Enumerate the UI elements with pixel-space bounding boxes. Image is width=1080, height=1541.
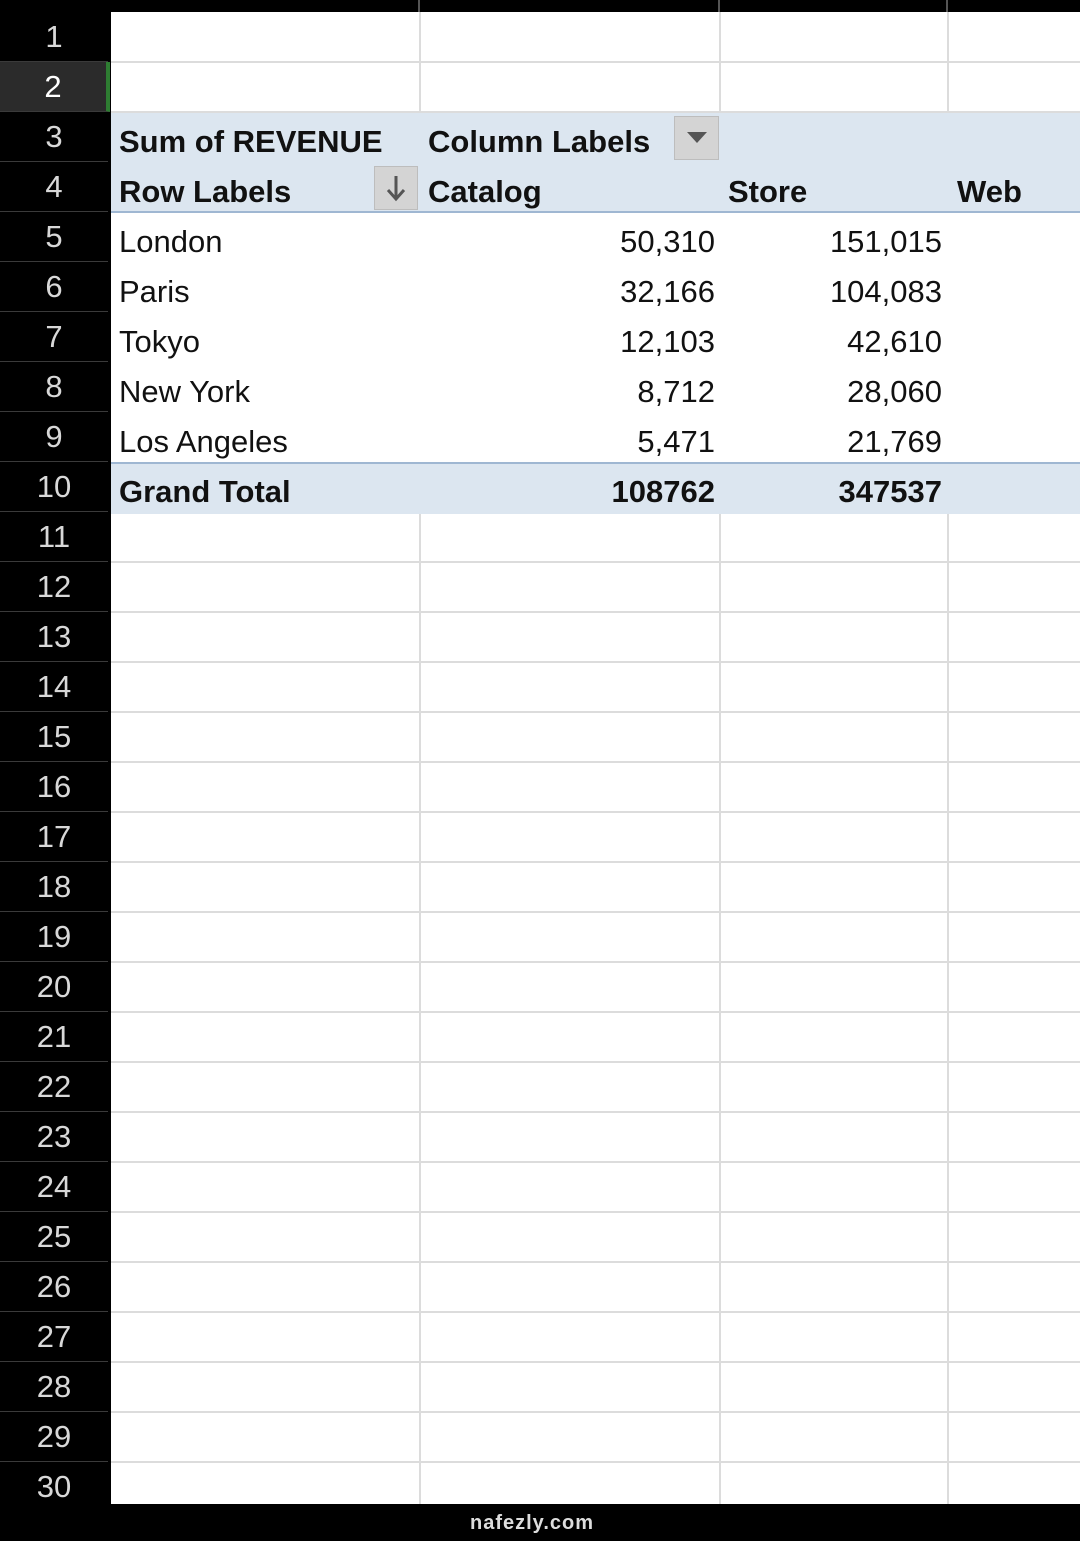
row-header[interactable]: 20 <box>0 962 108 1012</box>
pivot-column-web[interactable]: Web <box>957 167 1022 217</box>
pivot-cell-store[interactable]: 151,015 <box>731 217 942 267</box>
column-gridline <box>947 12 949 113</box>
column-separator <box>946 0 948 12</box>
watermark: nafezly.com <box>470 1512 594 1534</box>
column-filter-dropdown-button[interactable] <box>674 116 719 160</box>
row-header[interactable]: 21 <box>0 1012 108 1062</box>
pivot-row-label[interactable]: New York <box>119 367 250 417</box>
row-header[interactable]: 28 <box>0 1362 108 1412</box>
row-header[interactable]: 1 <box>0 12 108 62</box>
column-separator <box>418 0 420 12</box>
pivot-column-store[interactable]: Store <box>728 167 807 217</box>
pivot-cell-store[interactable]: 21,769 <box>731 417 942 467</box>
grand-total-store[interactable]: 347537 <box>731 467 942 517</box>
pivot-row-label[interactable]: Los Angeles <box>119 417 288 467</box>
column-gridline <box>719 12 721 113</box>
row-header[interactable]: 2 <box>0 62 110 112</box>
row-header[interactable]: 7 <box>0 312 108 362</box>
row-gridline <box>111 711 1080 713</box>
row-header[interactable]: 26 <box>0 1262 108 1312</box>
row-sort-filter-button[interactable] <box>374 166 418 210</box>
column-header-strip <box>111 0 1080 12</box>
pivot-cell-store[interactable]: 28,060 <box>731 367 942 417</box>
row-gridline <box>111 1361 1080 1363</box>
column-gridline <box>719 514 721 1504</box>
row-gridline <box>111 811 1080 813</box>
sort-descending-arrow-icon <box>386 176 406 202</box>
row-header[interactable]: 6 <box>0 262 108 312</box>
row-gridline <box>111 1011 1080 1013</box>
row-header[interactable]: 11 <box>0 512 108 562</box>
worksheet-grid[interactable]: Sum of REVENUE Column Labels Row Labels … <box>111 12 1080 1513</box>
row-header[interactable]: 10 <box>0 462 108 512</box>
row-header[interactable]: 16 <box>0 762 108 812</box>
row-header[interactable]: 29 <box>0 1412 108 1462</box>
column-separator <box>718 0 720 12</box>
pivot-cell-store[interactable]: 42,610 <box>731 317 942 367</box>
pivot-cell-catalog[interactable]: 8,712 <box>431 367 715 417</box>
row-gridline <box>111 961 1080 963</box>
row-gridline <box>111 661 1080 663</box>
row-header[interactable]: 8 <box>0 362 108 412</box>
pivot-column-catalog[interactable]: Catalog <box>428 167 542 217</box>
row-header[interactable]: 24 <box>0 1162 108 1212</box>
pivot-cell-store[interactable]: 104,083 <box>731 267 942 317</box>
row-header[interactable]: 23 <box>0 1112 108 1162</box>
row-header[interactable]: 4 <box>0 162 108 212</box>
row-header[interactable]: 14 <box>0 662 108 712</box>
row-gridline <box>111 1111 1080 1113</box>
row-gridline <box>111 61 1080 63</box>
row-gridline <box>111 111 1080 113</box>
pivot-value-label[interactable]: Sum of REVENUE <box>119 117 383 167</box>
row-header[interactable]: 13 <box>0 612 108 662</box>
row-gridline <box>111 1061 1080 1063</box>
pivot-row-label[interactable]: Tokyo <box>119 317 200 367</box>
row-gridline <box>111 761 1080 763</box>
row-gridline <box>111 1461 1080 1463</box>
pivot-row-labels[interactable]: Row Labels <box>119 167 291 217</box>
grand-total-label[interactable]: Grand Total <box>119 467 291 517</box>
row-header[interactable]: 25 <box>0 1212 108 1262</box>
row-gridline <box>111 1261 1080 1263</box>
row-header[interactable]: 18 <box>0 862 108 912</box>
row-gridline <box>111 911 1080 913</box>
row-gridline <box>111 561 1080 563</box>
row-gridline <box>111 1411 1080 1413</box>
row-header[interactable]: 15 <box>0 712 108 762</box>
pivot-column-labels[interactable]: Column Labels <box>428 117 650 167</box>
row-header[interactable]: 12 <box>0 562 108 612</box>
row-header[interactable]: 9 <box>0 412 108 462</box>
row-header[interactable]: 3 <box>0 112 108 162</box>
column-gridline <box>419 12 421 113</box>
grand-total-catalog[interactable]: 108762 <box>431 467 715 517</box>
column-gridline <box>947 514 949 1504</box>
row-header[interactable]: 17 <box>0 812 108 862</box>
row-header[interactable]: 19 <box>0 912 108 962</box>
row-header[interactable]: 27 <box>0 1312 108 1362</box>
row-header[interactable]: 22 <box>0 1062 108 1112</box>
pivot-cell-catalog[interactable]: 50,310 <box>431 217 715 267</box>
row-gridline <box>111 861 1080 863</box>
chevron-down-icon <box>686 132 707 143</box>
pivot-row-label[interactable]: London <box>119 217 222 267</box>
pivot-cell-catalog[interactable]: 32,166 <box>431 267 715 317</box>
pivot-row-label[interactable]: Paris <box>119 267 190 317</box>
row-gridline <box>111 1161 1080 1163</box>
row-header[interactable]: 5 <box>0 212 108 262</box>
column-gridline <box>419 514 421 1504</box>
row-gridline <box>111 1311 1080 1313</box>
row-gridline <box>111 1211 1080 1213</box>
pivot-cell-catalog[interactable]: 5,471 <box>431 417 715 467</box>
pivot-cell-catalog[interactable]: 12,103 <box>431 317 715 367</box>
row-gridline <box>111 611 1080 613</box>
